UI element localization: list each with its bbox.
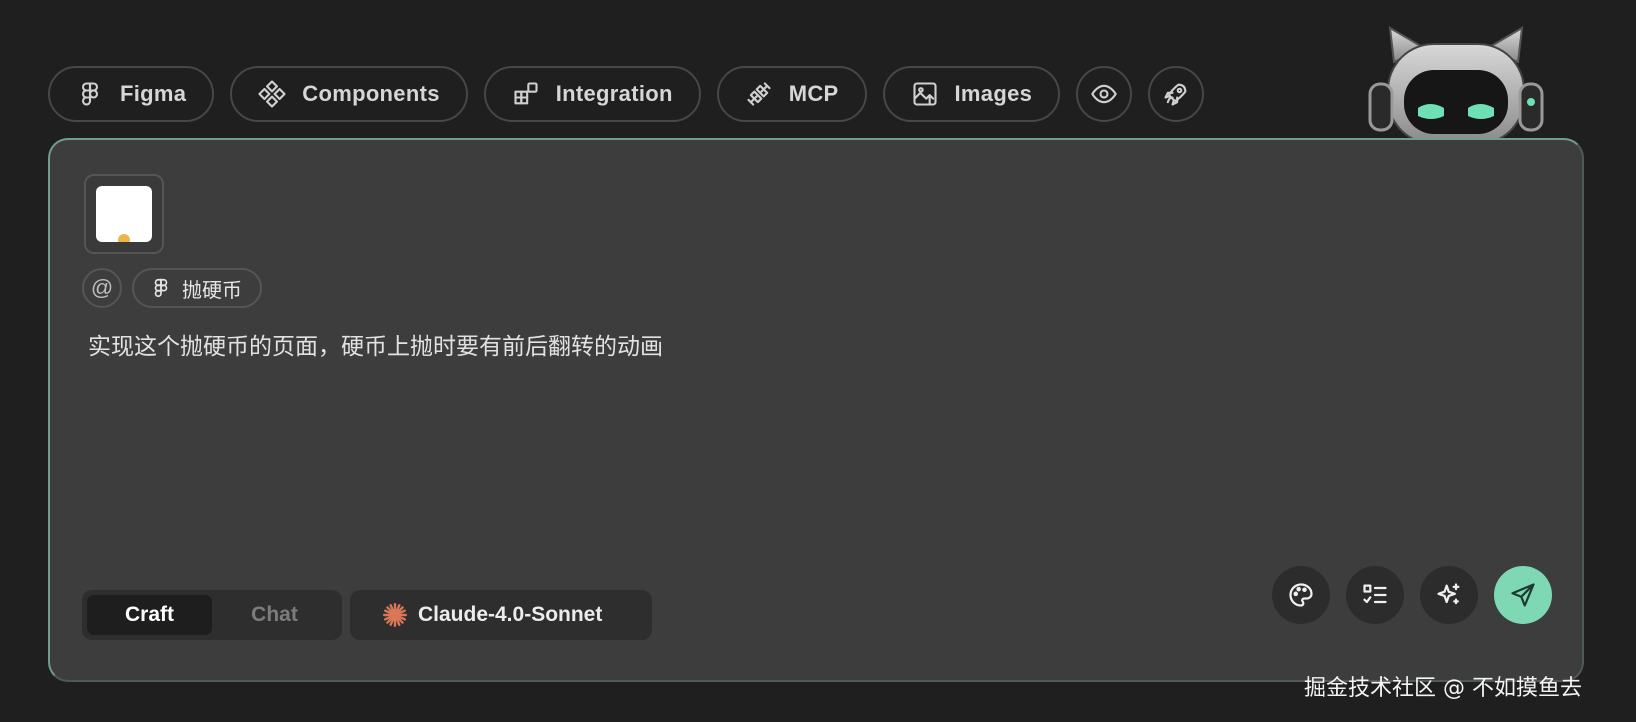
send-icon — [1511, 583, 1535, 607]
figma-icon — [154, 278, 168, 298]
checklist-icon — [1363, 584, 1387, 604]
rocket-icon — [1164, 83, 1187, 106]
images-label: Images — [954, 81, 1033, 106]
integration-button[interactable]: Integration — [483, 66, 701, 122]
mention-button[interactable]: @ — [82, 268, 122, 308]
composer-card: @ 抛硬币 Craft Chat Claude-4.0-Sonnet — [48, 138, 1584, 682]
image-upload-icon — [912, 82, 937, 106]
figma-context-tag[interactable]: 抛硬币 — [132, 268, 262, 308]
mcp-button[interactable]: MCP — [716, 66, 867, 122]
eye-icon — [1091, 84, 1117, 104]
integration-icon — [514, 82, 538, 105]
components-icon — [258, 80, 286, 108]
theme-button[interactable] — [1272, 566, 1330, 624]
deploy-button[interactable] — [1148, 66, 1205, 122]
watermark: 掘金技术社区 @ 不如摸鱼去 — [1304, 676, 1582, 701]
components-button[interactable]: Components — [230, 66, 468, 122]
composer-actions — [1272, 566, 1552, 624]
prompt-input[interactable] — [88, 330, 1542, 530]
sparkle-icon — [1437, 583, 1460, 605]
figma-icon — [81, 82, 99, 106]
preview-button[interactable] — [1076, 66, 1133, 122]
figma-button[interactable]: Figma — [48, 66, 215, 122]
send-button[interactable] — [1494, 566, 1552, 624]
palette-icon — [1289, 583, 1313, 607]
plug-icon — [747, 82, 771, 106]
mcp-label: MCP — [788, 81, 839, 106]
integration-label: Integration — [555, 81, 673, 106]
enhance-button[interactable] — [1420, 566, 1478, 624]
image-thumbnail — [96, 186, 152, 242]
components-label: Components — [302, 81, 440, 106]
mention-row: @ 抛硬币 — [82, 268, 262, 308]
images-button[interactable]: Images — [882, 66, 1061, 122]
robot-cat-mascot — [1368, 26, 1544, 140]
craft-mode-tab[interactable]: Craft — [87, 595, 212, 635]
mode-switch: Craft Chat — [82, 590, 342, 640]
model-selector[interactable]: Claude-4.0-Sonnet — [350, 590, 652, 640]
figma-label: Figma — [120, 81, 187, 106]
chat-mode-tab[interactable]: Chat — [212, 595, 337, 635]
attachment-thumbnail[interactable] — [84, 174, 164, 254]
context-tag-label: 抛硬币 — [182, 279, 242, 302]
claude-starburst-icon — [382, 602, 408, 628]
toolbar: Figma Components Integration MCP Images — [48, 66, 1205, 122]
model-label: Claude-4.0-Sonnet — [418, 603, 603, 626]
plan-button[interactable] — [1346, 566, 1404, 624]
